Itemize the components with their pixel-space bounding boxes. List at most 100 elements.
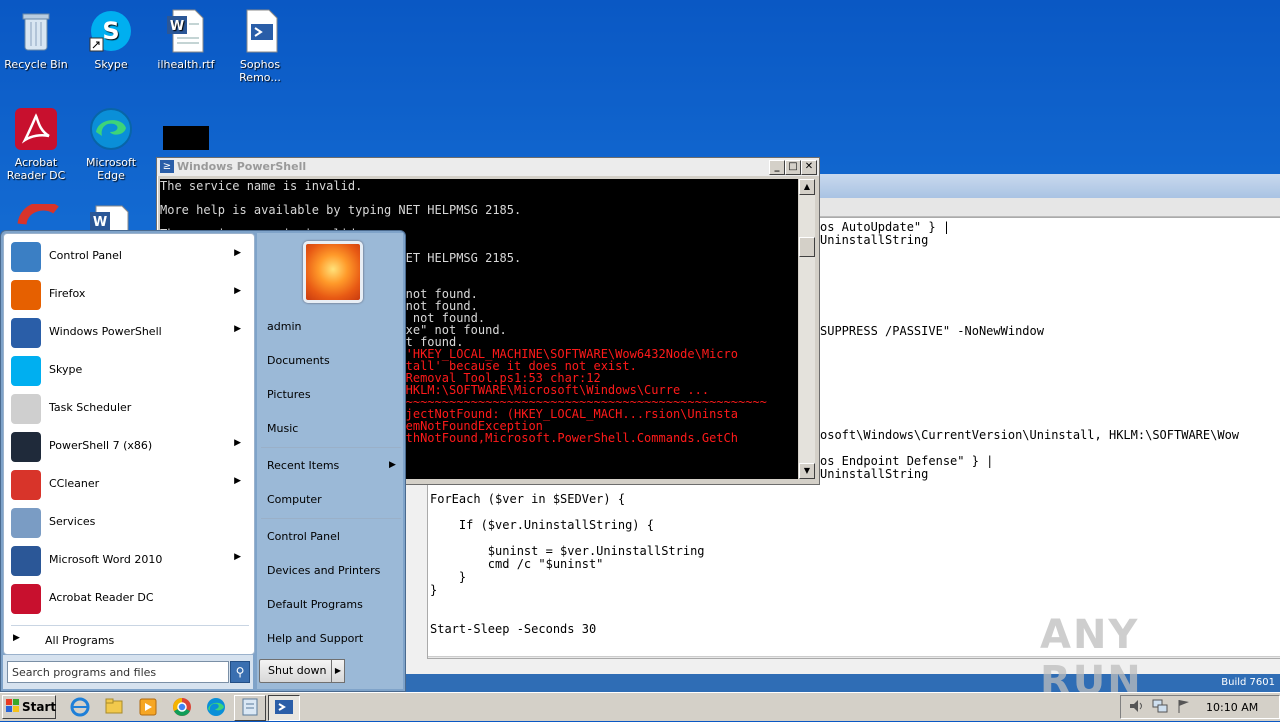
scroll-down-arrow-icon[interactable]: ▼ [799, 463, 815, 479]
start-menu-right-item[interactable]: Pictures [267, 388, 311, 401]
svg-text:W: W [170, 19, 184, 34]
start-menu-item-label: Services [49, 515, 96, 528]
all-programs-arrow-icon: ▶ [13, 633, 20, 643]
desktop-icon-recycle-bin[interactable]: Recycle Bin [0, 8, 72, 71]
user-avatar[interactable] [303, 241, 363, 303]
start-menu-item[interactable]: Firefox ▶ [7, 276, 251, 312]
code-line: SUPPRESS /PASSIVE" -NoNewWindow [820, 324, 1044, 338]
submenu-arrow-icon: ▶ [389, 460, 396, 470]
taskbar-explorer-icon[interactable] [100, 695, 128, 719]
scroll-up-arrow-icon[interactable]: ▲ [799, 179, 815, 195]
search-icon[interactable]: ⚲ [230, 661, 250, 683]
start-menu-item[interactable]: CCleaner ▶ [7, 466, 251, 502]
desktop-icon-skype[interactable]: S Skype [75, 8, 147, 71]
start-menu-item[interactable]: Skype [7, 352, 251, 388]
desktop-icon-label: Skype [94, 58, 128, 71]
start-menu-item-label: Acrobat Reader DC [49, 591, 154, 604]
submenu-arrow-icon: ▶ [234, 552, 241, 562]
action-center-flag-icon[interactable] [1176, 698, 1192, 714]
start-menu-item-label: Control Panel [49, 249, 122, 262]
submenu-arrow-icon: ▶ [234, 324, 241, 334]
shutdown-button[interactable]: Shut down [259, 659, 333, 683]
desktop-icon-acrobat[interactable]: Acrobat Reader DC [0, 106, 72, 182]
search-input[interactable]: Search programs and files [7, 661, 229, 683]
all-programs-separator [11, 625, 249, 626]
taskbar-notepad-button[interactable] [234, 695, 266, 721]
script-file-icon [237, 8, 283, 54]
recycle-bin-icon [13, 8, 59, 54]
desktop-icon-edge[interactable]: Microsoft Edge [75, 106, 147, 182]
start-menu-item[interactable]: Services [7, 504, 251, 540]
start-menu-right-item[interactable]: Devices and Printers [267, 564, 380, 577]
desktop-icon-sophos[interactable]: Sophos Remo... [224, 8, 296, 84]
desktop-icon-label: Microsoft Edge [85, 156, 137, 182]
start-menu-right-item[interactable]: Music [267, 422, 298, 435]
close-button[interactable]: ✕ [801, 160, 817, 175]
shutdown-options-arrow-icon[interactable]: ▶ [331, 659, 345, 683]
code-line: $uninst = $ver.UninstallString [430, 544, 705, 558]
taskbar-chrome-icon[interactable] [168, 695, 196, 719]
taskbar-ie-icon[interactable] [66, 695, 94, 719]
network-icon[interactable] [1152, 698, 1168, 714]
start-menu-item[interactable]: Windows PowerShell ▶ [7, 314, 251, 350]
task-scheduler-icon [11, 394, 41, 424]
desktop-icon-label: Acrobat Reader DC [6, 156, 66, 182]
right-pane-separator [261, 447, 401, 448]
code-line: UninstallString [820, 467, 929, 481]
all-programs-button[interactable]: ▶ All Programs [7, 629, 251, 651]
start-menu-right-item[interactable]: admin [267, 320, 301, 333]
code-line: Start-Sleep -Seconds 30 [430, 622, 597, 636]
windows-logo-icon [6, 699, 20, 713]
code-line: os AutoUpdate" } | [820, 220, 951, 234]
word-document-icon: W [163, 8, 209, 54]
desktop-icon-label: ilhealth.rtf [157, 58, 215, 71]
start-menu-right-item[interactable]: Documents [267, 354, 330, 367]
start-menu-item-label: Skype [49, 363, 83, 376]
start-menu-item[interactable]: Microsoft Word 2010 ▶ [7, 542, 251, 578]
redacted-icon [163, 126, 209, 150]
taskbar-clock[interactable]: 10:10 AM [1206, 701, 1258, 714]
start-menu-item[interactable]: PowerShell 7 (x86) ▶ [7, 428, 251, 464]
ise-statusbar: Build 7601 [405, 674, 1280, 692]
start-menu-item[interactable]: Task Scheduler [7, 390, 251, 426]
start-menu-right-item[interactable]: Computer [267, 493, 322, 506]
powershell-titlebar[interactable]: ≥ Windows PowerShell _ □ ✕ [157, 158, 819, 176]
powershell-vertical-scrollbar[interactable]: ▲ ▼ [799, 179, 815, 479]
code-line: } [430, 570, 467, 584]
svg-text:W: W [93, 215, 107, 230]
watermark-text: ANY RUN [1040, 612, 1143, 704]
start-menu-item-label: CCleaner [49, 477, 100, 490]
code-line: UninstallString [820, 233, 929, 247]
start-menu-right-item[interactable]: Recent Items [267, 459, 339, 472]
scroll-thumb[interactable] [799, 237, 815, 257]
acrobat-icon [11, 584, 41, 614]
services-icon [11, 508, 41, 538]
volume-icon[interactable] [1128, 698, 1144, 714]
start-menu-item[interactable]: Acrobat Reader DC [7, 580, 251, 616]
code-line: os Endpoint Defense" } | [820, 454, 994, 468]
submenu-arrow-icon: ▶ [234, 476, 241, 486]
start-menu-item-label: Microsoft Word 2010 [49, 553, 163, 566]
start-menu-item[interactable]: Control Panel ▶ [7, 238, 251, 274]
edge-icon [88, 106, 134, 152]
console-line: More help is available by typing NET HEL… [160, 203, 522, 217]
code-line: } [430, 583, 438, 597]
taskbar-edge-icon[interactable] [202, 695, 230, 719]
maximize-button[interactable]: □ [785, 160, 801, 175]
taskbar-powershell-button[interactable] [268, 695, 300, 721]
desktop-icon-ilhealth[interactable]: W ilhealth.rtf [150, 8, 222, 71]
console-line: The service name is invalid. [160, 179, 363, 193]
start-menu-item-label: Firefox [49, 287, 86, 300]
minimize-button[interactable]: _ [769, 160, 785, 175]
start-menu-item-label: Windows PowerShell [49, 325, 162, 338]
scroll-left-arrow-icon[interactable]: ◀ [430, 658, 437, 659]
build-label: Build 7601 [1221, 677, 1275, 688]
start-menu-right-item[interactable]: Help and Support [267, 632, 363, 645]
start-menu-right-item[interactable]: Default Programs [267, 598, 363, 611]
desktop-icon-label: Recycle Bin [4, 58, 68, 71]
powershell-icon [11, 318, 41, 348]
start-button[interactable]: Start [2, 695, 56, 719]
submenu-arrow-icon: ▶ [234, 438, 241, 448]
start-menu-right-item[interactable]: Control Panel [267, 530, 340, 543]
taskbar-media-player-icon[interactable] [134, 695, 162, 719]
